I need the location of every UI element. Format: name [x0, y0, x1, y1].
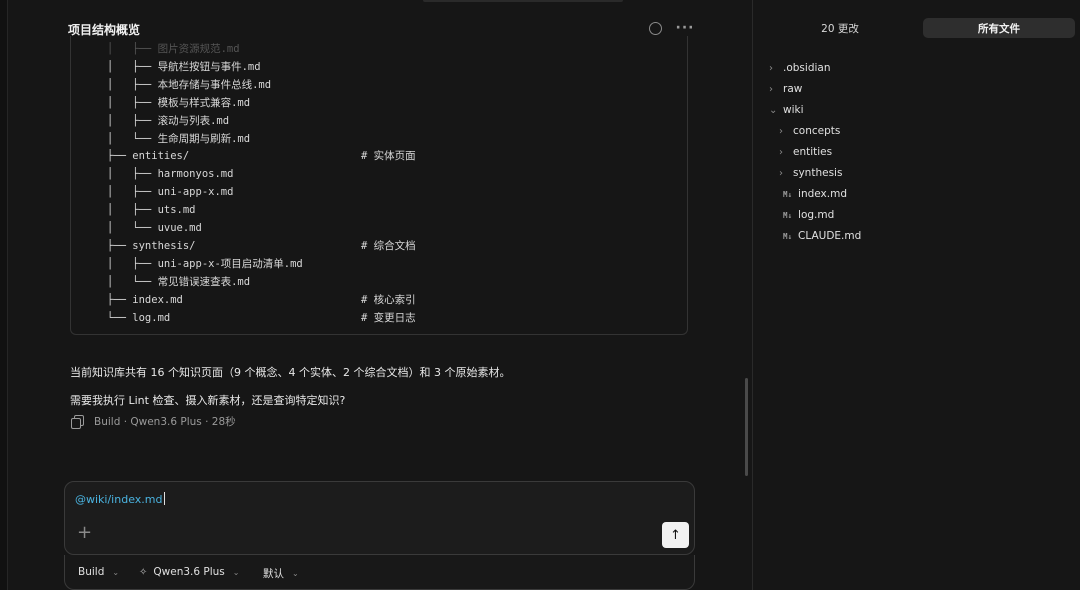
- chevron-down-icon: ⌄: [112, 567, 120, 577]
- chevron-right-icon: ›: [779, 146, 783, 158]
- code-comment: # 实体页面: [361, 150, 416, 163]
- variant-label: 默认: [263, 568, 284, 580]
- chevron-down-icon: ⌄: [292, 569, 299, 578]
- model-label: Qwen3.6 Plus: [153, 566, 225, 578]
- code-line: └── log.md: [107, 311, 171, 324]
- sparkle-icon: ✧: [139, 566, 148, 578]
- code-line: │ ├── 模板与样式兼容.md: [107, 96, 251, 109]
- chevron-right-icon: ›: [769, 83, 773, 95]
- mention-text: @wiki/index.md: [75, 493, 163, 506]
- code-line: ├── synthesis/: [107, 239, 196, 252]
- chevron-down-icon: ⌄: [232, 567, 240, 577]
- more-icon[interactable]: ···: [676, 19, 694, 37]
- code-line: │ └── 生命周期与刷新.md: [107, 132, 251, 145]
- tab-all-files[interactable]: 所有文件: [923, 18, 1075, 38]
- mode-label: Build: [78, 566, 105, 578]
- tree-item-label: wiki: [783, 104, 804, 116]
- tree-file[interactable]: M↓ CLAUDE.md: [783, 226, 861, 246]
- code-line: │ ├── harmonyos.md: [107, 168, 234, 181]
- left-rail: [0, 0, 8, 590]
- code-line: ├── entities/: [107, 150, 190, 163]
- send-button[interactable]: ↑: [662, 522, 689, 548]
- tree-item-label: index.md: [798, 188, 847, 200]
- text-caret: [164, 492, 166, 505]
- code-line: │ ├── uni-app-x-项目启动清单.md: [107, 257, 303, 270]
- panel-tabs: 20 更改 所有文件: [753, 0, 1080, 44]
- arrow-up-icon: ↑: [670, 527, 681, 543]
- message-meta: Build · Qwen3.6 Plus · 28秒: [70, 413, 236, 429]
- model-select[interactable]: ✧ Qwen3.6 Plus ⌄: [139, 566, 239, 578]
- app-window: 项目结构概览 ··· │ ├── 图片资源规范.md │ ├── 导航栏按钮与事件…: [0, 0, 1080, 590]
- composer[interactable]: @wiki/index.md + ↑: [64, 481, 695, 555]
- summary-text: 当前知识库共有 16 个知识页面（9 个概念、4 个实体、2 个综合文档）和 3…: [70, 366, 511, 379]
- code-block: │ ├── 图片资源规范.md │ ├── 导航栏按钮与事件.md │ ├── 本地…: [70, 36, 688, 335]
- tree-item-label: raw: [783, 83, 803, 95]
- chat-column: 项目结构概览 ··· │ ├── 图片资源规范.md │ ├── 导航栏按钮与事件…: [8, 0, 752, 590]
- tree-file[interactable]: M↓ log.md: [783, 205, 834, 225]
- code-line: │ ├── 图片资源规范.md: [107, 43, 240, 55]
- tree-folder[interactable]: › concepts: [779, 121, 840, 141]
- code-line: │ ├── 滚动与列表.md: [107, 114, 230, 127]
- code-line: │ └── uvue.md: [107, 222, 202, 234]
- tree-folder[interactable]: › .obsidian: [769, 58, 831, 78]
- tree-folder[interactable]: › raw: [769, 79, 802, 99]
- question-text: 需要我执行 Lint 检查、摄入新素材，还是查询特定知识?: [70, 394, 346, 407]
- code-line: ├── index.md: [107, 293, 183, 306]
- chevron-right-icon: ›: [779, 167, 783, 179]
- tree-item-label: concepts: [793, 125, 841, 137]
- code-line: │ ├── uni-app-x.md: [107, 186, 234, 199]
- markdown-icon: M↓: [783, 231, 793, 241]
- tab-changes[interactable]: 20 更改: [783, 18, 897, 38]
- tree-file[interactable]: M↓ index.md: [783, 184, 847, 204]
- plus-icon[interactable]: +: [77, 524, 92, 542]
- composer-input[interactable]: @wiki/index.md: [75, 492, 166, 506]
- tree-item-label: .obsidian: [783, 62, 831, 74]
- circle-icon[interactable]: [646, 19, 664, 37]
- code-line: │ └── 常见错误速查表.md: [107, 275, 251, 288]
- markdown-icon: M↓: [783, 210, 793, 220]
- variant-select[interactable]: 默认 ⌄: [263, 566, 299, 581]
- tree-item-label: synthesis: [793, 167, 843, 179]
- mode-select[interactable]: Build ⌄: [78, 566, 119, 578]
- tree-item-label: entities: [793, 146, 833, 158]
- code-comment: # 变更日志: [361, 311, 416, 324]
- tree-item-label: log.md: [798, 209, 835, 221]
- tree-folder[interactable]: ⌄ wiki: [769, 100, 804, 120]
- tree-folder[interactable]: › entities: [779, 142, 832, 162]
- tree-item-label: CLAUDE.md: [798, 230, 862, 242]
- meta-text: Build · Qwen3.6 Plus · 28秒: [94, 415, 236, 428]
- code-line: │ ├── 本地存储与事件总线.md: [107, 78, 272, 91]
- code-line: │ ├── 导航栏按钮与事件.md: [107, 60, 261, 73]
- composer-toolbar: Build ⌄ ✧ Qwen3.6 Plus ⌄ 默认 ⌄: [64, 555, 695, 590]
- copy-icon[interactable]: [70, 414, 84, 429]
- scrollbar[interactable]: [745, 378, 748, 476]
- code-line: │ ├── uts.md: [107, 204, 196, 217]
- code-comment: # 核心索引: [361, 293, 416, 306]
- chevron-right-icon: ›: [779, 125, 783, 137]
- chevron-down-icon: ⌄: [769, 104, 778, 116]
- tree-folder[interactable]: › synthesis: [779, 163, 842, 183]
- file-panel: 20 更改 所有文件 › .obsidian › raw ⌄ wiki › concepts ›…: [752, 0, 1080, 590]
- markdown-icon: M↓: [783, 189, 793, 199]
- chevron-right-icon: ›: [769, 62, 773, 74]
- code-comment: # 综合文档: [361, 239, 416, 252]
